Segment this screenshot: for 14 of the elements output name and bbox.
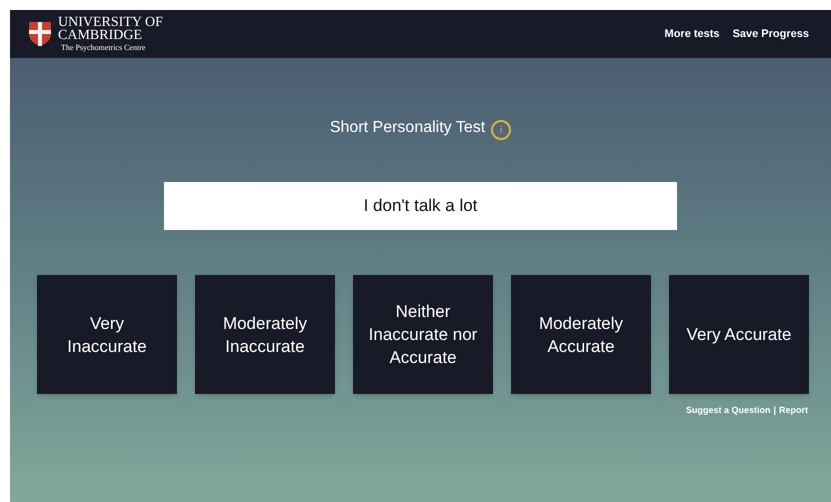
logo-text: UNIVERSITY OF: [58, 16, 163, 29]
statement-card: I don't talk a lot: [164, 182, 677, 230]
answer-button[interactable]: Very Inaccurate: [37, 275, 177, 394]
answer-button[interactable]: Neither Inaccurate nor Accurate: [353, 275, 493, 394]
nav-link[interactable]: Save Progress: [732, 26, 809, 42]
shield-icon: [28, 21, 52, 47]
logo-subtitle: The Psychometrics Centre: [61, 44, 146, 52]
answer-button[interactable]: Moderately Inaccurate: [195, 275, 335, 394]
link-separator: |: [773, 404, 776, 417]
answer-button[interactable]: Moderately Accurate: [511, 275, 651, 394]
answer-button[interactable]: Very Accurate: [669, 275, 809, 394]
logo-text: CAMBRIDGE: [58, 29, 144, 42]
test-title: Short Personality Test: [330, 118, 486, 138]
nav-link[interactable]: More tests: [664, 26, 720, 42]
